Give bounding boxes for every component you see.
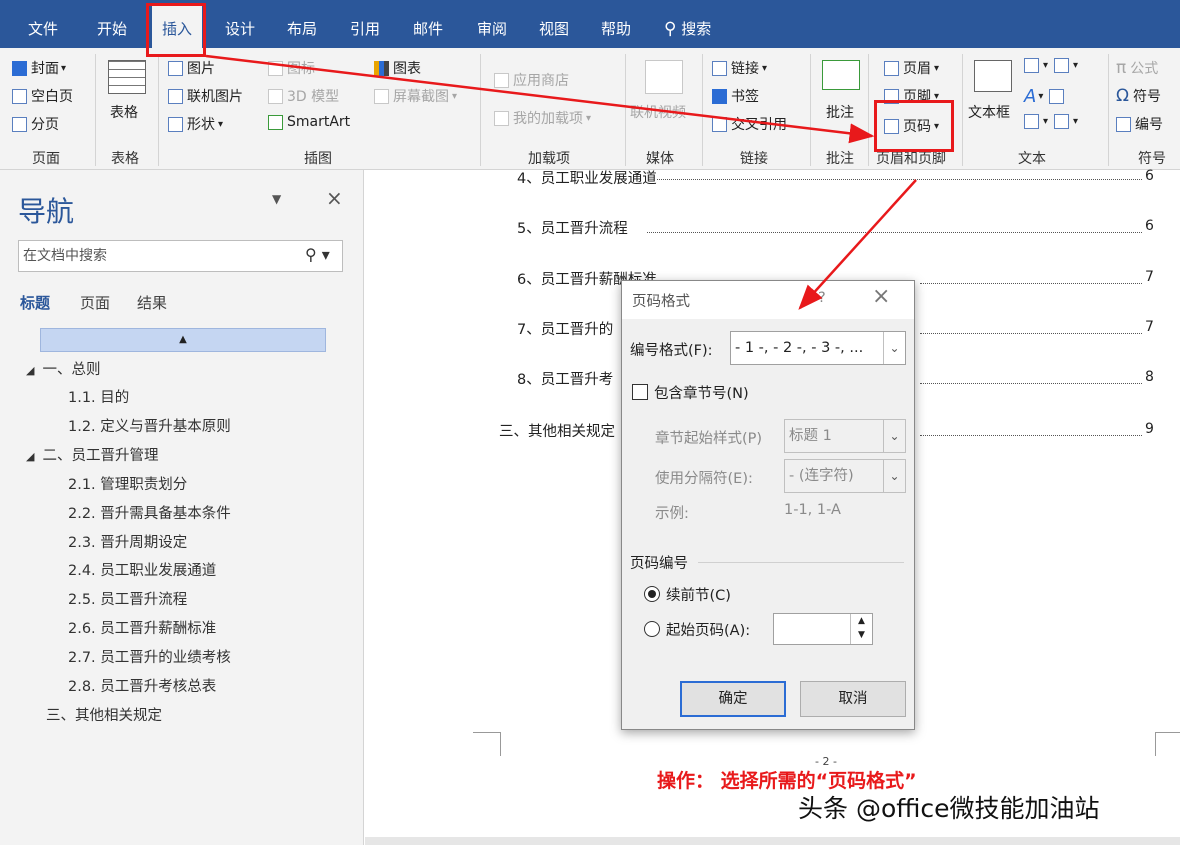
arrow-to-dialog xyxy=(798,179,917,310)
arrow-to-page-number xyxy=(205,54,875,144)
annotation-arrows xyxy=(205,54,917,310)
